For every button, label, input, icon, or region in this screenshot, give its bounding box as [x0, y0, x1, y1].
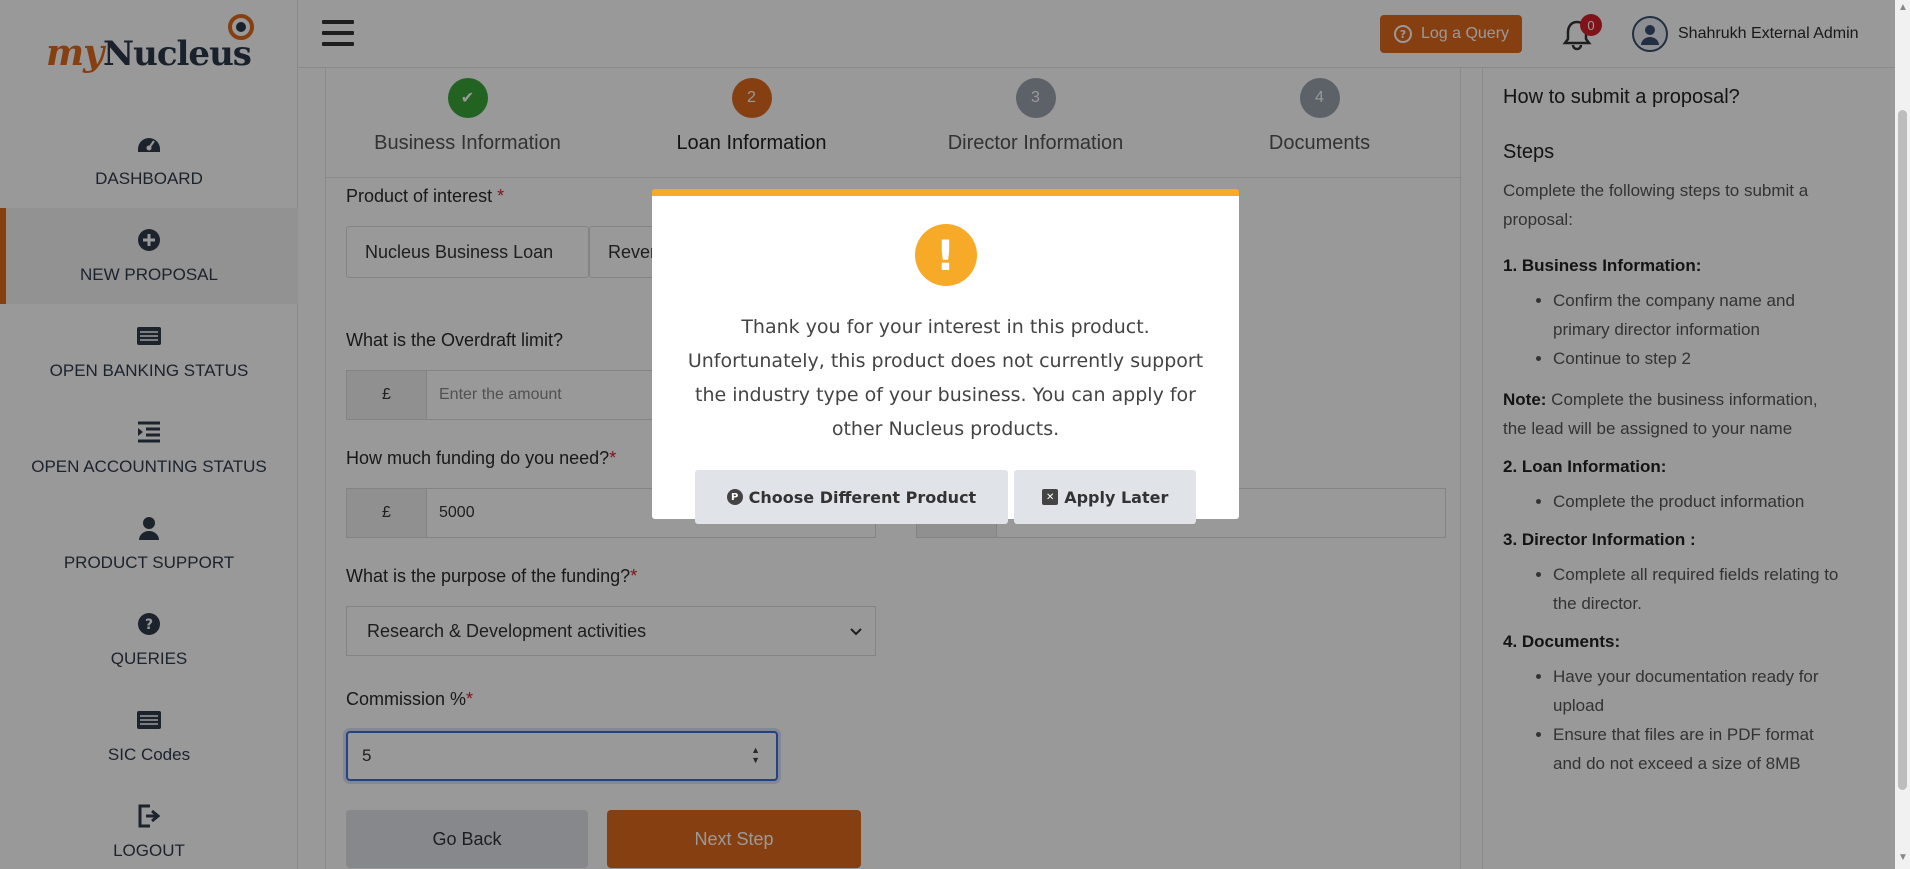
scrollbar-thumb[interactable]: [1898, 110, 1907, 790]
choose-different-product-label: Choose Different Product: [748, 487, 977, 507]
modal-actions: P Choose Different Product ✕ Apply Later: [652, 470, 1239, 524]
apply-later-button[interactable]: ✕ Apply Later: [1014, 470, 1197, 524]
scroll-up-arrow-icon[interactable]: ▲: [1898, 2, 1908, 13]
product-icon: P: [726, 489, 743, 505]
product-unsupported-modal: ! Thank you for your interest in this pr…: [652, 189, 1239, 524]
page-scrollbar[interactable]: ▲ ▼: [1895, 0, 1910, 869]
modal-message: Thank you for your interest in this prod…: [687, 316, 1204, 440]
scroll-down-arrow-icon[interactable]: ▼: [1898, 852, 1908, 863]
close-square-icon: ✕: [1042, 489, 1059, 505]
apply-later-label: Apply Later: [1064, 487, 1169, 507]
warning-icon: !: [914, 224, 977, 286]
choose-different-product-button[interactable]: P Choose Different Product: [694, 470, 1009, 524]
